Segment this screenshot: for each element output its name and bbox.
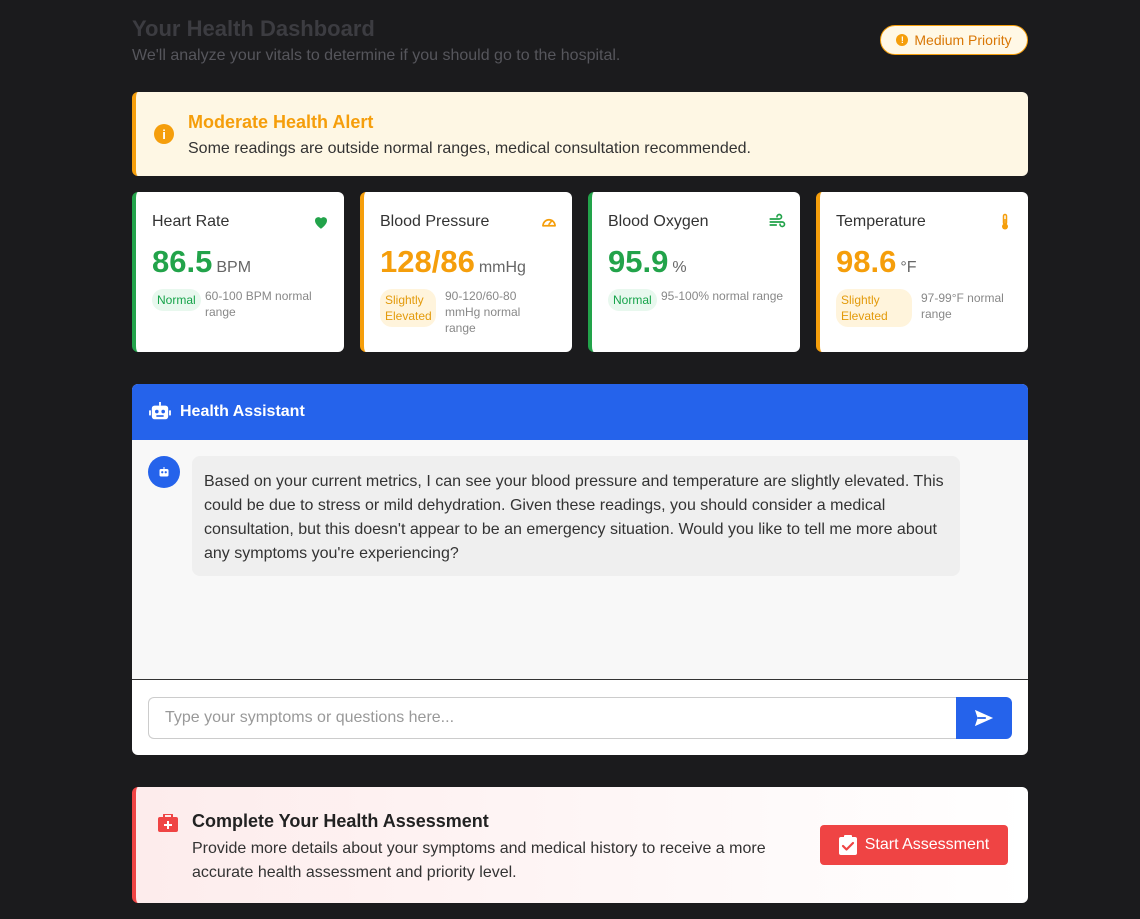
dashboard-container: Your Health Dashboard We'll analyze your…: [132, 0, 1028, 903]
status-badge: Normal: [608, 289, 657, 311]
vital-card-blood-pressure: Blood Pressure 128/86 mmHg Slightly Eleva…: [360, 192, 572, 352]
vital-card-temperature: Temperature 98.6 °F Slightly Elevated 97-…: [816, 192, 1028, 352]
alert-info-icon: i: [154, 124, 174, 144]
vital-value-number: 128/86: [380, 244, 475, 279]
vital-value: 128/86 mmHg: [380, 244, 526, 280]
send-icon: [974, 709, 994, 727]
vital-card-heart-rate: Heart Rate 86.5 BPM Normal 60-100 BPM nor…: [132, 192, 344, 352]
vital-range: 90-120/60-80 mmHg normal range: [445, 289, 521, 335]
heart-icon: [315, 217, 327, 229]
assistant-message: Based on your current metrics, I can see…: [192, 456, 960, 576]
vital-card-blood-oxygen: Blood Oxygen 95.9% Normal 95-100% normal…: [588, 192, 800, 352]
assessment-description: Provide more details about your symptoms…: [192, 840, 766, 881]
priority-badge: ! Medium Priority: [880, 25, 1028, 55]
vital-label: Blood Oxygen: [608, 213, 709, 230]
robot-icon: [149, 402, 171, 420]
health-alert: i Moderate Health Alert Some readings ar…: [132, 92, 1028, 176]
chat-title: Health Assistant: [180, 403, 305, 420]
vital-value-number: 86.5: [152, 244, 213, 279]
clipboard-check-icon: [838, 835, 857, 855]
vital-label: Heart Rate: [152, 213, 230, 230]
vital-unit: BPM: [216, 259, 252, 276]
info-icon: !: [896, 34, 909, 46]
vital-unit: mmHg: [478, 259, 526, 276]
alert-title: Moderate Health Alert: [188, 112, 374, 132]
chat-header: Health Assistant: [132, 384, 1028, 440]
thermometer-icon: [1002, 213, 1008, 230]
wind-icon: [769, 213, 786, 228]
vital-range: 95-100% normal range: [661, 289, 784, 303]
vital-label: Temperature: [836, 213, 926, 230]
bot-avatar: [148, 456, 180, 488]
chat-input[interactable]: [148, 697, 956, 739]
status-badge: Normal: [152, 289, 201, 311]
vital-value: 95.9%: [608, 244, 687, 280]
vital-value: 86.5 BPM: [152, 244, 251, 280]
first-aid-kit-icon: [158, 814, 178, 832]
dashboard-header: Your Health Dashboard We'll analyze your…: [132, 0, 1028, 92]
vital-range: 60-100 BPM normal range: [205, 289, 312, 319]
vital-value-number: 95.9: [608, 244, 669, 279]
vital-unit: °F: [900, 259, 917, 276]
send-button[interactable]: [956, 697, 1012, 739]
chat-messages[interactable]: Based on your current metrics, I can see…: [132, 440, 1028, 680]
vital-unit: %: [672, 259, 687, 276]
vitals-grid: Heart Rate 86.5 BPM Normal 60-100 BPM nor…: [132, 192, 1028, 352]
vital-range: 97-99°F normal range: [921, 291, 1004, 321]
priority-badge-label: Medium Priority: [914, 32, 1012, 48]
health-assistant-panel: Health Assistant Based on your current m…: [132, 384, 1028, 755]
start-assessment-label: Start Assessment: [864, 836, 990, 853]
status-badge: Slightly Elevated: [380, 289, 436, 327]
vital-value-number: 98.6: [836, 244, 897, 279]
gauge-icon: [542, 218, 556, 227]
page-subtitle: We'll analyze your vitals to determine i…: [132, 47, 621, 64]
vital-label: Blood Pressure: [380, 213, 490, 230]
alert-message: Some readings are outside normal ranges,…: [188, 140, 751, 157]
page-title: Your Health Dashboard: [132, 16, 375, 41]
vital-value: 98.6 °F: [836, 244, 917, 280]
start-assessment-button[interactable]: Start Assessment: [820, 825, 1008, 865]
assessment-card: Complete Your Health Assessment Provide …: [132, 787, 1028, 903]
assessment-title: Complete Your Health Assessment: [192, 811, 489, 831]
status-badge: Slightly Elevated: [836, 289, 912, 327]
robot-icon: [159, 466, 169, 476]
